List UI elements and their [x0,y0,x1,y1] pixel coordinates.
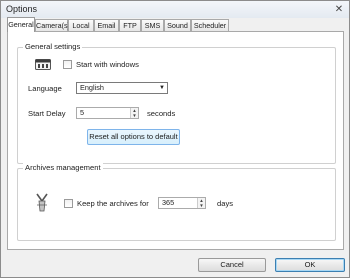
tab-cameras[interactable]: Camera(s) [35,19,70,31]
archive-days-value: 365 [162,198,175,207]
tab-general[interactable]: General [7,17,35,32]
tab-email[interactable]: Email [94,19,119,31]
reset-defaults-button[interactable]: Reset all options to default [87,129,180,145]
start-delay-value: 5 [80,108,85,117]
application-icon [35,59,51,70]
start-with-windows-checkbox[interactable] [63,60,72,69]
window-title: Options [6,4,38,14]
tab-ftp[interactable]: FTP [119,19,141,31]
spin-down-icon[interactable]: ▼ [131,113,138,118]
tab-panel-general: General settings Start with windows Lang… [7,31,344,250]
archive-days-unit: days [217,199,234,208]
spinner-buttons[interactable]: ▲ ▼ [130,108,138,118]
start-delay-unit: seconds [147,109,176,118]
tab-local[interactable]: Local [68,19,94,31]
cancel-button[interactable]: Cancel [198,258,266,272]
language-select[interactable]: English ▼ [76,82,168,94]
tab-scheduler[interactable]: Scheduler [191,19,229,31]
start-delay-spinner[interactable]: 5 ▲ ▼ [76,107,139,119]
archive-icon [36,193,48,212]
options-dialog: Options ✕ General Camera(s) Local Email … [0,0,350,278]
start-with-windows-label: Start with windows [76,60,139,69]
keep-archives-label: Keep the archives for [77,199,149,208]
general-settings-title: General settings [23,42,83,51]
language-value: English [80,83,104,92]
language-label: Language [28,84,62,93]
spin-down-icon[interactable]: ▼ [198,203,205,208]
archives-management-title: Archives management [23,163,103,172]
tab-sound[interactable]: Sound [164,19,191,31]
close-icon[interactable]: ✕ [332,3,346,16]
keep-archives-checkbox[interactable] [64,199,73,208]
spinner-buttons[interactable]: ▲ ▼ [197,198,205,208]
general-settings-group: General settings Start with windows Lang… [17,42,336,164]
chevron-down-icon: ▼ [159,85,165,91]
archive-days-spinner[interactable]: 365 ▲ ▼ [158,197,206,209]
tab-sms[interactable]: SMS [141,19,164,31]
title-bar: Options ✕ [1,1,349,18]
archives-management-group: Archives management Keep the archives fo… [17,163,336,241]
ok-button[interactable]: OK [275,258,345,272]
start-delay-label: Start Delay [28,109,66,118]
